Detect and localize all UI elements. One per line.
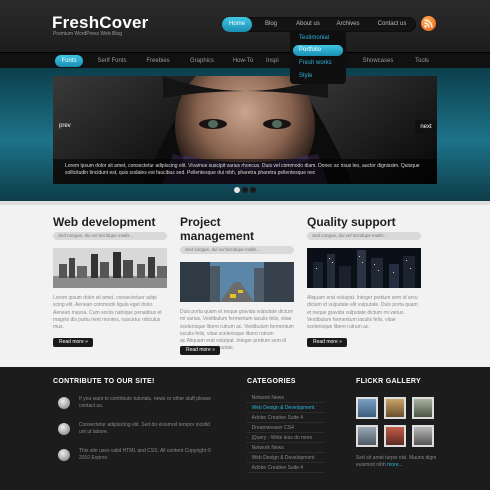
feature-text: Aliquam erat volutpat. Integer pretium s… [307, 295, 418, 331]
feature-text: Lorem ipsum dolor sit amet, consectetuer… [53, 295, 162, 331]
subnav-freebies[interactable]: Freebies [140, 55, 176, 67]
subnav-graphics[interactable]: Graphics [184, 55, 220, 67]
feature-thumbnail[interactable] [53, 248, 167, 288]
features-section: Web development Sed congue, dui vel tinc… [0, 201, 490, 367]
flickr-heading: FLICKR GALLERY [356, 378, 421, 385]
subnav-serif-fonts[interactable]: Serif Fonts [92, 55, 132, 67]
dropdown-item-portfolio[interactable]: Portfolio [293, 45, 343, 56]
info-icon [58, 397, 70, 409]
category-link[interactable]: Web Design & Development [247, 453, 325, 463]
slider-prev-button[interactable]: prev [57, 120, 77, 132]
categories-heading: CATEGORIES [247, 378, 296, 385]
site-tagline: Premium WordPress Web Blog [53, 31, 123, 37]
category-link[interactable]: Network News [247, 393, 325, 403]
feature-thumbnail[interactable] [180, 262, 294, 302]
slider-dot[interactable] [250, 187, 256, 193]
dropdown-item-style[interactable]: Style [293, 71, 343, 82]
subnav-inspiration[interactable]: Inspi [266, 55, 290, 67]
contribute-text: If you want to contribute tutorials, new… [79, 396, 211, 409]
category-link[interactable]: Network News [247, 443, 325, 453]
image-slider: prev next Lorem ipsum dolor sit amet, co… [53, 76, 437, 184]
feature-thumbnail[interactable] [307, 248, 421, 288]
contribute-heading: CONTRIBUTE TO OUR SITE! [53, 378, 155, 385]
category-link[interactable]: Dreamweaver CS4 [247, 423, 325, 433]
contribute-text: This site uses valid HTML and CSS. All c… [79, 448, 212, 461]
nav-archives[interactable]: Archives [332, 17, 364, 32]
settings-icon [58, 423, 70, 435]
category-link[interactable]: Web Design & Development [247, 403, 325, 413]
dropdown-item-fresh-works[interactable]: Fresh works [293, 58, 343, 69]
category-link[interactable]: jQuery - Write less do more [247, 433, 325, 443]
feature-meta: Sed congue, dui vel tincidupe mollis... [180, 246, 294, 254]
category-link[interactable]: Adobe Creative Suite 4 [247, 413, 325, 423]
feature-meta: Sed congue, dui vel tincidupe mollis... [307, 232, 421, 240]
subnav-tools[interactable]: Tools [408, 55, 436, 67]
flickr-thumbnail[interactable] [384, 397, 406, 419]
read-more-button[interactable]: Read more » [53, 338, 93, 347]
main-nav: Home Blog About us Archives Contact us [222, 17, 416, 32]
flickr-more-link[interactable]: more... [387, 462, 403, 468]
nav-about-us[interactable]: About us [292, 17, 324, 32]
feature-column: Web development Sed congue, dui vel tinc… [53, 215, 167, 331]
dropdown-item-testimonial[interactable]: Testimonial [293, 33, 343, 44]
contribute-text: Consectetur adipisicing elit. Sed do eiu… [79, 422, 210, 435]
about-dropdown-menu: Testimonial Portfolio Fresh works Style [290, 32, 346, 84]
flickr-caption: Sed sit amet turpis nisl. Mauris digm eu… [356, 455, 440, 469]
flickr-thumbnail[interactable] [412, 397, 434, 419]
subnav-fonts[interactable]: Fonts [55, 55, 83, 67]
site-logo[interactable]: FreshCover [52, 13, 148, 33]
feature-title[interactable]: Project management [180, 215, 294, 243]
flickr-thumbnail[interactable] [356, 425, 378, 447]
feature-title[interactable]: Quality support [307, 215, 421, 229]
flickr-thumbnail[interactable] [412, 425, 434, 447]
category-nav: Fonts Serif Fonts Freebies Graphics How-… [0, 52, 490, 68]
globe-icon [58, 449, 70, 461]
slider-dot[interactable] [234, 187, 240, 193]
site-footer: CONTRIBUTE TO OUR SITE! If you want to c… [0, 367, 490, 490]
subnav-showcases[interactable]: Showcases [358, 55, 398, 67]
nav-contact-us[interactable]: Contact us [372, 17, 412, 32]
slider-caption: Lorem ipsum dolor sit amet, consectetur … [53, 159, 437, 184]
site-header: FreshCover Premium WordPress Web Blog Ho… [0, 0, 490, 52]
nav-home[interactable]: Home [222, 17, 252, 32]
feature-meta: Sed congue, dui vel tincidupe mollis... [53, 232, 167, 240]
subnav-how-to[interactable]: How-To [228, 55, 258, 67]
flickr-thumbnail[interactable] [356, 397, 378, 419]
rss-icon[interactable] [421, 16, 436, 31]
feature-column: Quality support Sed congue, dui vel tinc… [307, 215, 421, 331]
feature-column: Project management Sed congue, dui vel t… [180, 215, 294, 353]
read-more-button[interactable]: Read more » [307, 338, 347, 347]
category-link[interactable]: Adobe Creative Suite 4 [247, 463, 325, 473]
feature-title[interactable]: Web development [53, 215, 167, 229]
slider-next-button[interactable]: next [415, 120, 437, 134]
flickr-thumbnail[interactable] [384, 425, 406, 447]
read-more-button[interactable]: Read more » [180, 346, 220, 355]
slider-dot[interactable] [242, 187, 248, 193]
nav-blog[interactable]: Blog [256, 17, 286, 32]
